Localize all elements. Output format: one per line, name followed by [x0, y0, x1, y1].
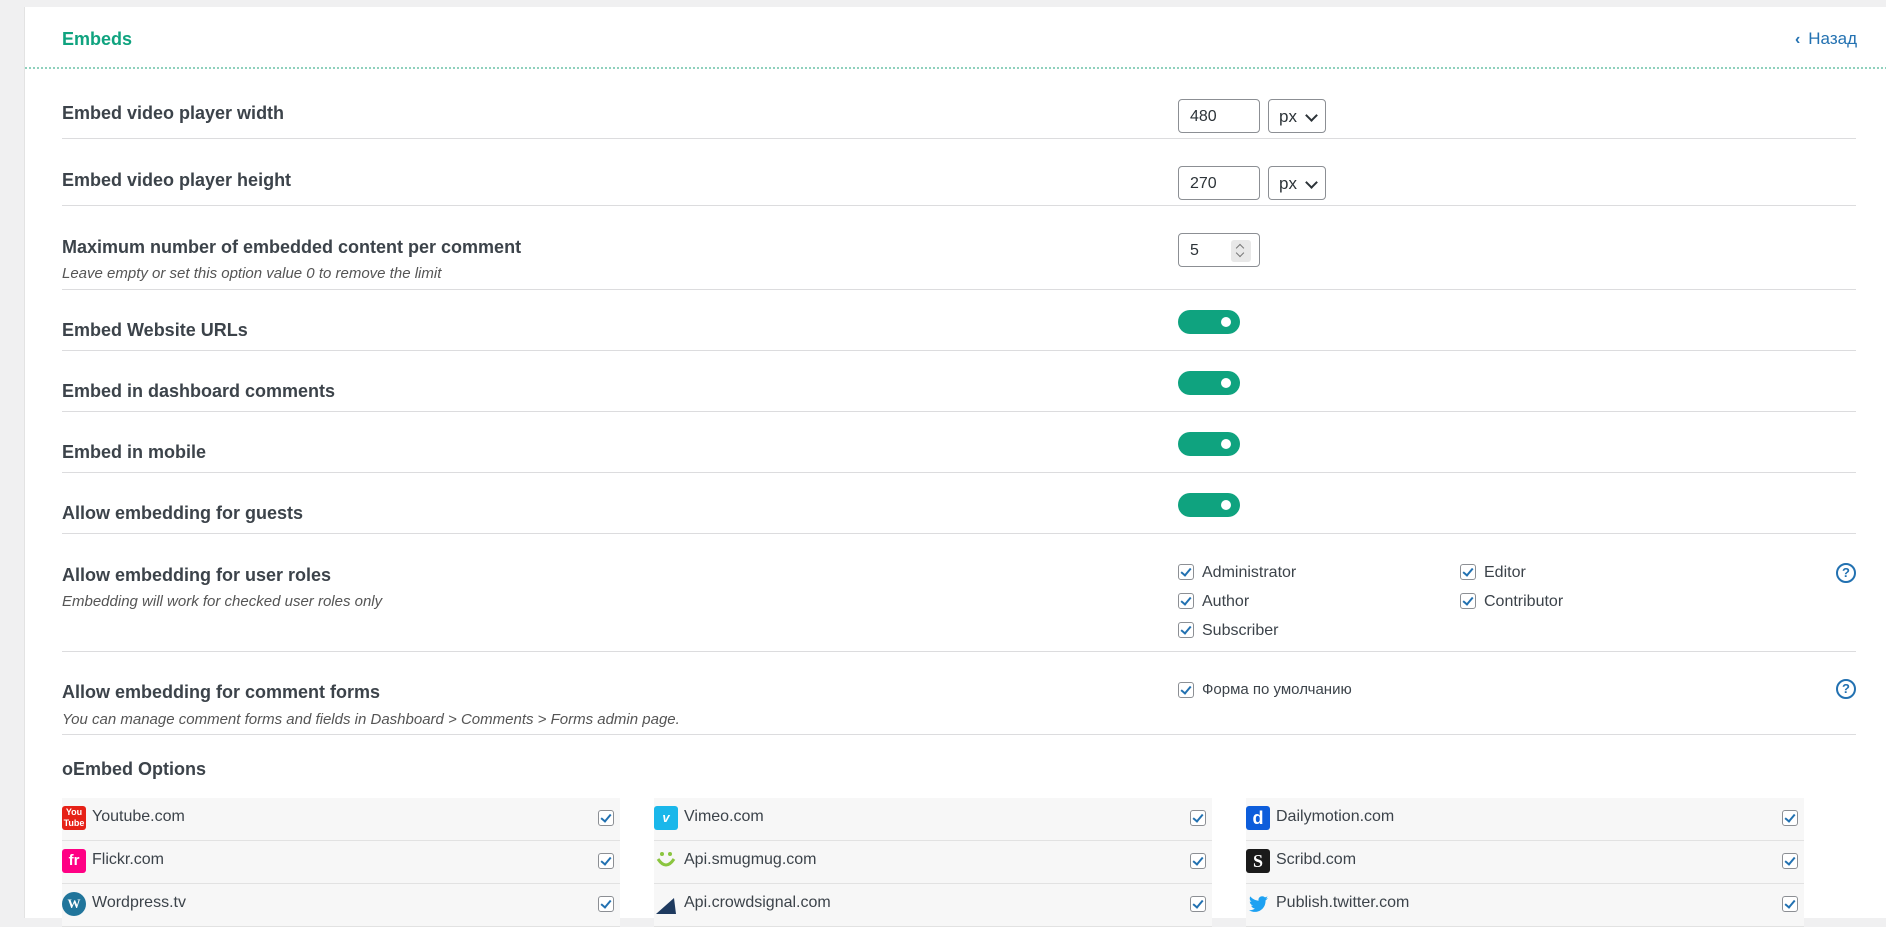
- toggle-knob: [1221, 378, 1231, 388]
- provider-name: Api.crowdsignal.com: [684, 894, 831, 911]
- setting-row-dashboard: Embed in dashboard comments: [62, 350, 1856, 412]
- setting-label: Allow embedding for user roles: [62, 565, 332, 585]
- smugmug-checkbox[interactable]: [1190, 853, 1206, 869]
- help-icon[interactable]: ?: [1836, 563, 1856, 583]
- setting-label: Allow embedding for guests: [62, 503, 304, 523]
- role-administrator-checkbox[interactable]: [1178, 564, 1194, 580]
- twitter-checkbox[interactable]: [1782, 896, 1798, 912]
- dailymotion-icon: d: [1246, 806, 1270, 830]
- role-editor-checkbox[interactable]: [1460, 564, 1476, 580]
- provider-name: Vimeo.com: [684, 808, 764, 825]
- youtube-checkbox[interactable]: [598, 810, 614, 826]
- chevron-left-icon: ‹: [1794, 31, 1801, 48]
- toggle-knob: [1221, 439, 1231, 449]
- width-input[interactable]: 480: [1178, 99, 1260, 133]
- setting-row-max-embeds: Maximum number of embedded content per c…: [62, 205, 1856, 290]
- number-stepper-icon[interactable]: [1231, 240, 1251, 262]
- provider-name: Flickr.com: [92, 851, 164, 868]
- form-default-checkbox[interactable]: [1178, 682, 1194, 698]
- setting-label: Embed in mobile: [62, 442, 207, 462]
- scribd-icon: S: [1246, 849, 1270, 873]
- smugmug-icon: [654, 849, 678, 873]
- setting-label: Embed Website URLs: [62, 320, 248, 340]
- oembed-provider-crowdsignal: Api.crowdsignal.com: [654, 884, 1212, 927]
- website-urls-toggle[interactable]: [1178, 310, 1240, 334]
- max-embeds-input[interactable]: 5: [1178, 233, 1260, 267]
- setting-row-comment-forms: Allow embedding for comment forms You ca…: [62, 651, 1856, 735]
- role-label: Editor: [1484, 564, 1526, 581]
- width-unit-value: px: [1279, 107, 1297, 126]
- oembed-provider-smugmug: Api.smugmug.com: [654, 841, 1212, 884]
- vimeo-checkbox[interactable]: [1190, 810, 1206, 826]
- panel-header: Embeds ‹ Назад: [25, 7, 1886, 69]
- height-unit-select[interactable]: px: [1268, 166, 1326, 200]
- provider-name: Publish.twitter.com: [1276, 894, 1410, 911]
- setting-row-height: Embed video player height 270 px: [62, 138, 1856, 206]
- oembed-provider-vimeo: v Vimeo.com: [654, 798, 1212, 841]
- back-label: Назад: [1808, 29, 1857, 48]
- role-label: Author: [1202, 593, 1250, 610]
- guests-toggle[interactable]: [1178, 493, 1240, 517]
- oembed-title: oEmbed Options: [62, 759, 206, 779]
- role-subscriber-checkbox[interactable]: [1178, 622, 1194, 638]
- role-label: Administrator: [1202, 564, 1297, 581]
- oembed-provider-scribd: S Scribd.com: [1246, 841, 1804, 884]
- toggle-knob: [1221, 500, 1231, 510]
- provider-name: Dailymotion.com: [1276, 808, 1395, 825]
- wordpress-checkbox[interactable]: [598, 896, 614, 912]
- setting-label: Maximum number of embedded content per c…: [62, 237, 522, 257]
- help-icon[interactable]: ?: [1836, 679, 1856, 699]
- height-unit-value: px: [1279, 174, 1297, 193]
- crowdsignal-icon: [654, 892, 678, 916]
- flickr-checkbox[interactable]: [598, 853, 614, 869]
- role-contributor-checkbox[interactable]: [1460, 593, 1476, 609]
- setting-row-guests: Allow embedding for guests: [62, 472, 1856, 534]
- role-author-checkbox[interactable]: [1178, 593, 1194, 609]
- embeds-panel: Embeds ‹ Назад Embed video player width 4…: [24, 7, 1886, 927]
- oembed-provider-dailymotion: d Dailymotion.com: [1246, 798, 1804, 841]
- max-embeds-value: 5: [1190, 242, 1199, 259]
- oembed-provider-wordpress: W Wordpress.tv: [62, 884, 620, 927]
- page-title: Embeds: [62, 29, 133, 49]
- wordpress-icon: W: [62, 892, 86, 916]
- dailymotion-checkbox[interactable]: [1782, 810, 1798, 826]
- role-label: Subscriber: [1202, 622, 1279, 639]
- setting-row-width: Embed video player width 480 px: [62, 69, 1856, 139]
- oembed-provider-twitter: Publish.twitter.com: [1246, 884, 1804, 927]
- vimeo-icon: v: [654, 806, 678, 830]
- setting-label: Allow embedding for comment forms: [62, 682, 381, 702]
- twitter-icon: [1246, 892, 1270, 916]
- scribd-checkbox[interactable]: [1782, 853, 1798, 869]
- setting-label: Embed video player height: [62, 170, 292, 190]
- role-label: Contributor: [1484, 593, 1564, 610]
- dashboard-toggle[interactable]: [1178, 371, 1240, 395]
- flickr-icon: fr: [62, 849, 86, 873]
- provider-name: Scribd.com: [1276, 851, 1357, 868]
- setting-description: Leave empty or set this option value 0 t…: [62, 265, 442, 282]
- setting-label: Embed in dashboard comments: [62, 381, 336, 401]
- setting-row-user-roles: Allow embedding for user roles Embedding…: [62, 533, 1856, 652]
- setting-description: You can manage comment forms and fields …: [62, 711, 680, 728]
- height-input[interactable]: 270: [1178, 166, 1260, 200]
- oembed-provider-flickr: fr Flickr.com: [62, 841, 620, 884]
- provider-name: Api.smugmug.com: [684, 851, 817, 868]
- setting-label: Embed video player width: [62, 103, 285, 123]
- setting-row-mobile: Embed in mobile: [62, 411, 1856, 473]
- mobile-toggle[interactable]: [1178, 432, 1240, 456]
- youtube-icon: You Tube: [62, 806, 86, 830]
- provider-name: Wordpress.tv: [92, 894, 186, 911]
- oembed-provider-youtube: You Tube Youtube.com: [62, 798, 620, 841]
- crowdsignal-checkbox[interactable]: [1190, 896, 1206, 912]
- setting-description: Embedding will work for checked user rol…: [62, 593, 383, 610]
- chevron-down-icon: [1305, 109, 1318, 122]
- width-unit-select[interactable]: px: [1268, 99, 1326, 133]
- provider-name: Youtube.com: [92, 808, 185, 825]
- chevron-down-icon: [1305, 176, 1318, 189]
- setting-row-website-urls: Embed Website URLs: [62, 289, 1856, 351]
- form-label: Форма по умолчанию: [1202, 681, 1352, 698]
- back-link[interactable]: ‹ Назад: [1795, 29, 1857, 49]
- toggle-knob: [1221, 317, 1231, 327]
